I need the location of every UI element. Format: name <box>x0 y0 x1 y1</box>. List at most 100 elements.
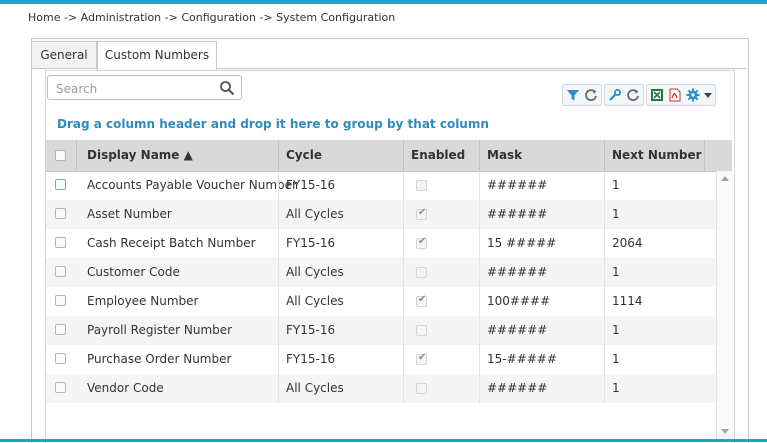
grid-toolbar <box>562 84 716 106</box>
select-all-checkbox[interactable] <box>55 150 66 161</box>
check-icon: ✔ <box>418 236 427 247</box>
scrollbar-header <box>716 140 732 171</box>
cell-next-number: 1 <box>612 381 620 395</box>
table-row[interactable]: Payroll Register Number FY15-16 ###### 1 <box>46 316 716 345</box>
header-enabled[interactable]: Enabled <box>411 140 465 171</box>
tab-custom-numbers[interactable]: Custom Numbers <box>97 41 217 70</box>
enabled-checkbox: ✔ <box>416 207 427 220</box>
cell-mask: ###### <box>487 207 548 221</box>
header-display-name[interactable]: Display Name ▲ <box>87 140 193 171</box>
breadcrumb: Home -> Administration -> Configuration … <box>28 11 396 24</box>
top-accent-bar <box>0 0 767 4</box>
export-group <box>646 84 716 106</box>
cell-next-number: 1 <box>612 265 620 279</box>
search-icon[interactable] <box>219 80 235 96</box>
column-divider <box>604 171 605 403</box>
header-divider <box>403 140 404 171</box>
row-select-checkbox[interactable] <box>55 237 66 248</box>
search-input[interactable] <box>54 79 218 99</box>
vertical-scrollbar[interactable] <box>716 171 733 442</box>
table-row[interactable]: Employee Number All Cycles ✔ 100#### 111… <box>46 287 716 316</box>
cell-next-number: 1 <box>612 207 620 221</box>
table-row[interactable]: Asset Number All Cycles ✔ ###### 1 <box>46 200 716 229</box>
cell-display-name: Employee Number <box>87 294 199 308</box>
check-icon: ✔ <box>418 294 427 305</box>
row-select-checkbox[interactable] <box>55 179 66 190</box>
cell-next-number: 2064 <box>612 236 643 250</box>
search-box <box>47 75 242 100</box>
cell-next-number: 1 <box>612 323 620 337</box>
cell-next-number: 1 <box>612 178 620 192</box>
enabled-checkbox <box>416 180 427 191</box>
gear-icon[interactable] <box>684 86 702 104</box>
cell-display-name: Vendor Code <box>87 381 164 395</box>
column-divider <box>479 171 480 403</box>
cell-mask: ###### <box>487 178 548 192</box>
tab-general[interactable]: General <box>31 41 97 68</box>
enabled-checkbox <box>416 325 427 336</box>
cell-mask: 15-##### <box>487 352 557 366</box>
cell-mask: ###### <box>487 323 548 337</box>
table-row[interactable]: Purchase Order Number FY15-16 ✔ 15-#####… <box>46 345 716 374</box>
header-divider <box>76 140 77 171</box>
refresh-icon[interactable] <box>624 86 642 104</box>
header-divider <box>604 140 605 171</box>
cell-mask: ###### <box>487 381 548 395</box>
pdf-icon[interactable] <box>666 86 684 104</box>
scroll-down-icon[interactable] <box>721 429 729 434</box>
enabled-checkbox <box>416 267 427 278</box>
cell-cycle: FY15-16 <box>286 178 336 192</box>
row-select-checkbox[interactable] <box>55 353 66 364</box>
row-select-checkbox[interactable] <box>55 382 66 393</box>
scroll-up-icon[interactable] <box>721 176 729 181</box>
header-divider <box>278 140 279 171</box>
column-divider <box>278 171 279 403</box>
cell-cycle: All Cycles <box>286 294 344 308</box>
enabled-checkbox: ✔ <box>416 352 427 365</box>
cell-next-number: 1 <box>612 352 620 366</box>
cell-mask: ###### <box>487 265 548 279</box>
header-divider <box>704 140 705 171</box>
cell-display-name: Accounts Payable Voucher Number <box>87 178 297 192</box>
filter-icon[interactable] <box>564 86 582 104</box>
cell-display-name: Payroll Register Number <box>87 323 233 337</box>
check-icon: ✔ <box>418 207 427 218</box>
cell-mask: 15 ##### <box>487 236 557 250</box>
table-row[interactable]: Vendor Code All Cycles ###### 1 <box>46 374 716 403</box>
cell-display-name: Customer Code <box>87 265 180 279</box>
cell-display-name: Cash Receipt Batch Number <box>87 236 256 250</box>
enabled-checkbox: ✔ <box>416 294 427 307</box>
cell-display-name: Purchase Order Number <box>87 352 232 366</box>
enabled-checkbox <box>416 383 427 394</box>
settings-group <box>604 84 644 106</box>
header-mask[interactable]: Mask <box>487 140 522 171</box>
cell-cycle: All Cycles <box>286 265 344 279</box>
chevron-down-icon[interactable] <box>702 86 714 104</box>
header-next-number[interactable]: Next Number <box>612 140 702 171</box>
header-divider <box>479 140 480 171</box>
enabled-checkbox: ✔ <box>416 236 427 249</box>
row-select-checkbox[interactable] <box>55 266 66 277</box>
refresh-icon[interactable] <box>582 86 600 104</box>
cell-next-number: 1114 <box>612 294 643 308</box>
check-icon: ✔ <box>418 352 427 363</box>
table-row[interactable]: Cash Receipt Batch Number FY15-16 ✔ 15 #… <box>46 229 716 258</box>
table-row[interactable]: Accounts Payable Voucher Number FY15-16 … <box>46 171 716 200</box>
cell-cycle: FY15-16 <box>286 323 336 337</box>
grid-header: Display Name ▲ Cycle Enabled Mask Next N… <box>46 140 732 172</box>
cell-cycle: All Cycles <box>286 207 344 221</box>
wrench-icon[interactable] <box>606 86 624 104</box>
cell-cycle: FY15-16 <box>286 352 336 366</box>
grid-body: Accounts Payable Voucher Number FY15-16 … <box>46 171 716 403</box>
row-select-checkbox[interactable] <box>55 208 66 219</box>
filter-group <box>562 84 602 106</box>
header-cycle[interactable]: Cycle <box>286 140 322 171</box>
cell-cycle: All Cycles <box>286 381 344 395</box>
row-select-checkbox[interactable] <box>55 295 66 306</box>
group-drop-hint[interactable]: Drag a column header and drop it here to… <box>57 117 489 131</box>
cell-mask: 100#### <box>487 294 551 308</box>
row-select-checkbox[interactable] <box>55 324 66 335</box>
excel-icon[interactable] <box>648 86 666 104</box>
table-row[interactable]: Customer Code All Cycles ###### 1 <box>46 258 716 287</box>
cell-cycle: FY15-16 <box>286 236 336 250</box>
